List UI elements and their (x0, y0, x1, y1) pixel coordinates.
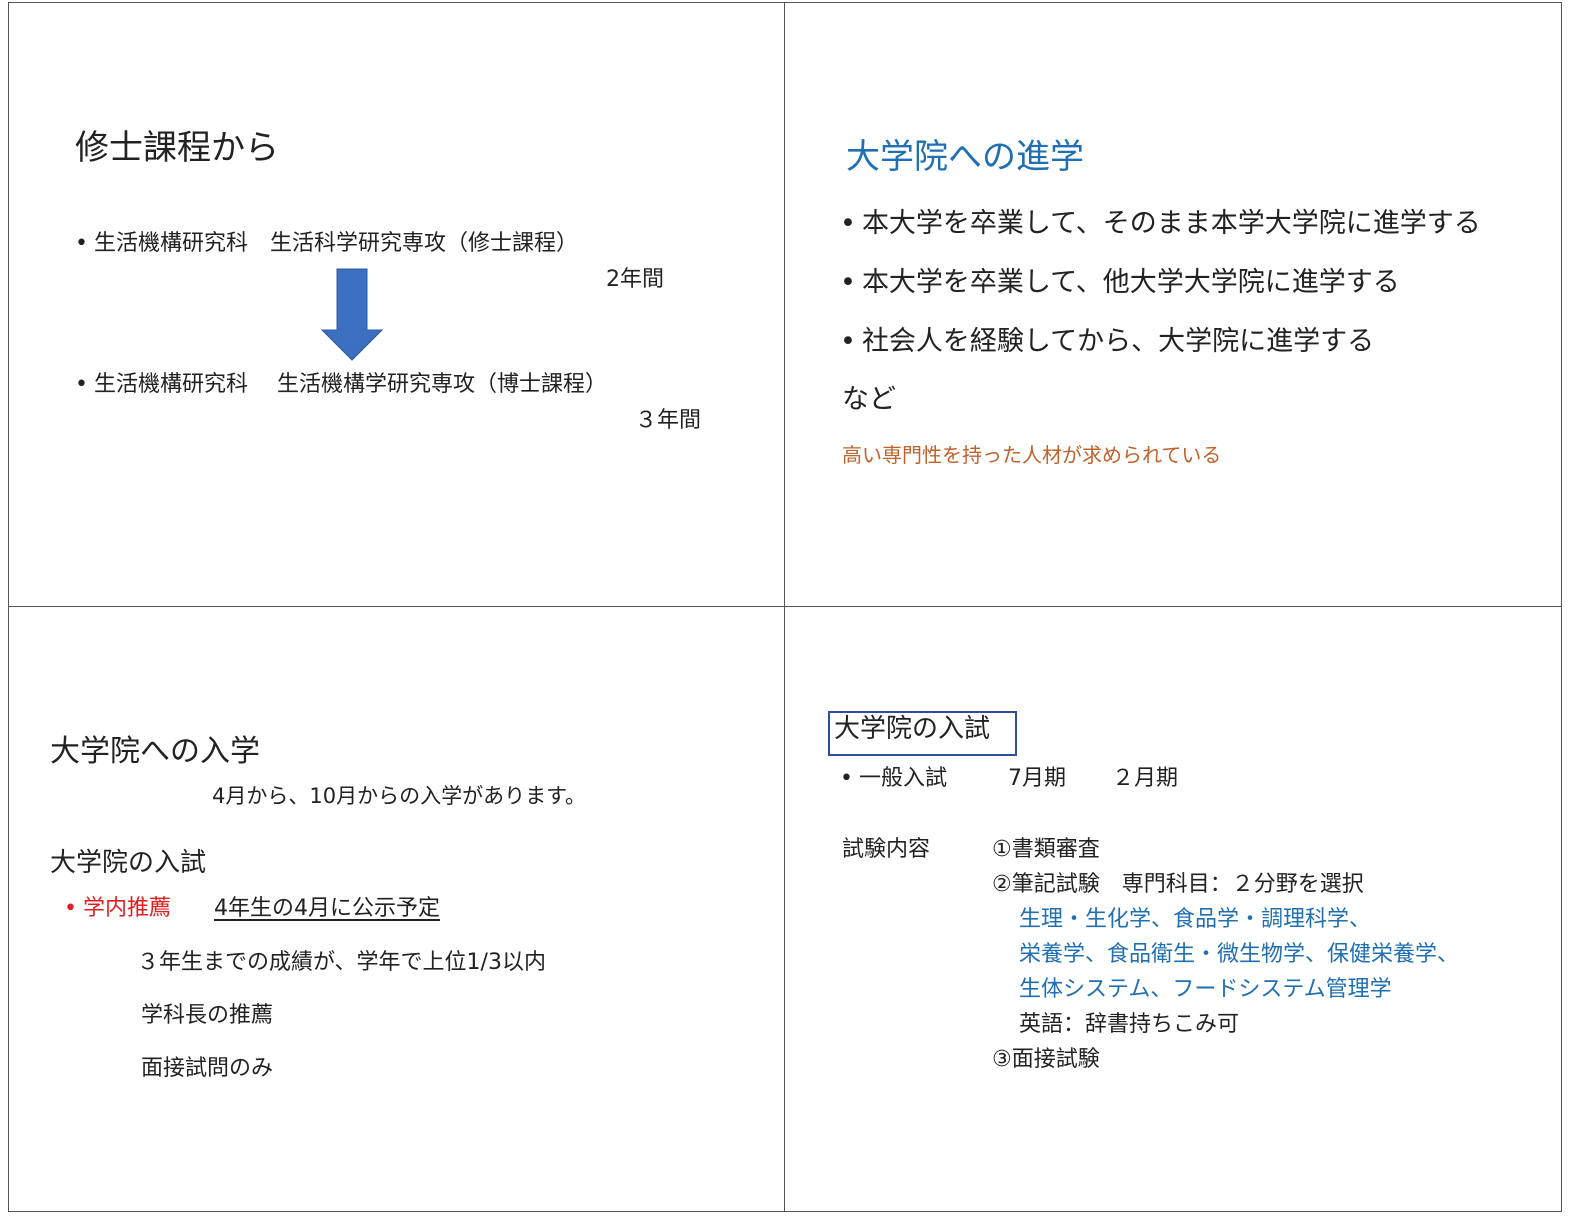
vertical-divider (784, 2, 785, 1212)
slide-3-requirement-grades: ３年生までの成績が、学年で上位1/3以内 (137, 950, 546, 975)
slide-4-english: 英語：辞書持ちこみ可 (1019, 1012, 1240, 1037)
slide-4-term-july: 7月期 (1008, 766, 1066, 791)
handout-page: 修士課程から 生活機構研究科 生活科学研究専攻（修士課程） 2年間 生活機構研究… (0, 0, 1584, 1224)
slide-1-item-doctor: 生活機構研究科 生活機構学研究専攻（博士課程） (75, 374, 607, 396)
page-border (8, 2, 1562, 1212)
slide-4-term-february: ２月期 (1112, 766, 1179, 791)
slide-4-field-line-1: 生理・生化学、食品学・調理科学、 (1019, 907, 1372, 932)
slide-1-title: 修士課程から (75, 128, 279, 168)
slide-4-title: 大学院の入試 (834, 714, 991, 744)
slide-2-title: 大学院への進学 (846, 137, 1084, 177)
slide-4-step-documents: ①書類審査 (992, 837, 1100, 862)
slide-2-bullet-2: 本大学を卒業して、他大学大学院に進学する (840, 269, 1400, 296)
horizontal-divider (8, 606, 1562, 607)
slide-3-intake: 4月から、10月からの入学があります。 (212, 784, 586, 808)
slide-3-recommend-note: 4年生の4月に公示予定 (214, 896, 440, 921)
slide-1-doctor-duration: ３年間 (635, 408, 702, 433)
slide-3-recommend-label: 学内推薦 (64, 898, 171, 920)
slide-2-bullet-1: 本大学を卒業して、そのまま本学大学院に進学する (840, 210, 1481, 237)
slide-3-requirement-interview: 面接試問のみ (141, 1056, 274, 1081)
slide-2-bullet-3: 社会人を経験してから、大学院に進学する (840, 328, 1374, 355)
slide-1-master-duration: 2年間 (606, 267, 664, 292)
slide-4-field-line-3: 生体システム、フードシステム管理学 (1019, 977, 1392, 1002)
slide-2-note: 高い専門性を持った人材が求められている (842, 443, 1222, 467)
slide-4-step-interview: ③面接試験 (992, 1047, 1100, 1072)
slide-4-general-exam: 一般入試 (840, 768, 947, 790)
slide-3-title: 大学院への入学 (50, 734, 260, 769)
slide-4-step-written: ②筆記試験 専門科目：２分野を選択 (992, 872, 1364, 897)
slide-1-item-master: 生活機構研究科 生活科学研究専攻（修士課程） (75, 233, 578, 255)
slide-2-etc: など (842, 384, 896, 415)
slide-4-content-label: 試験内容 (842, 837, 931, 862)
slide-3-exam-heading: 大学院の入試 (50, 848, 207, 878)
slide-3-requirement-recommendation: 学科長の推薦 (141, 1003, 274, 1028)
down-arrow-icon (320, 268, 384, 361)
slide-4-field-line-2: 栄養学、食品衛生・微生物学、保健栄養学、 (1019, 942, 1460, 967)
